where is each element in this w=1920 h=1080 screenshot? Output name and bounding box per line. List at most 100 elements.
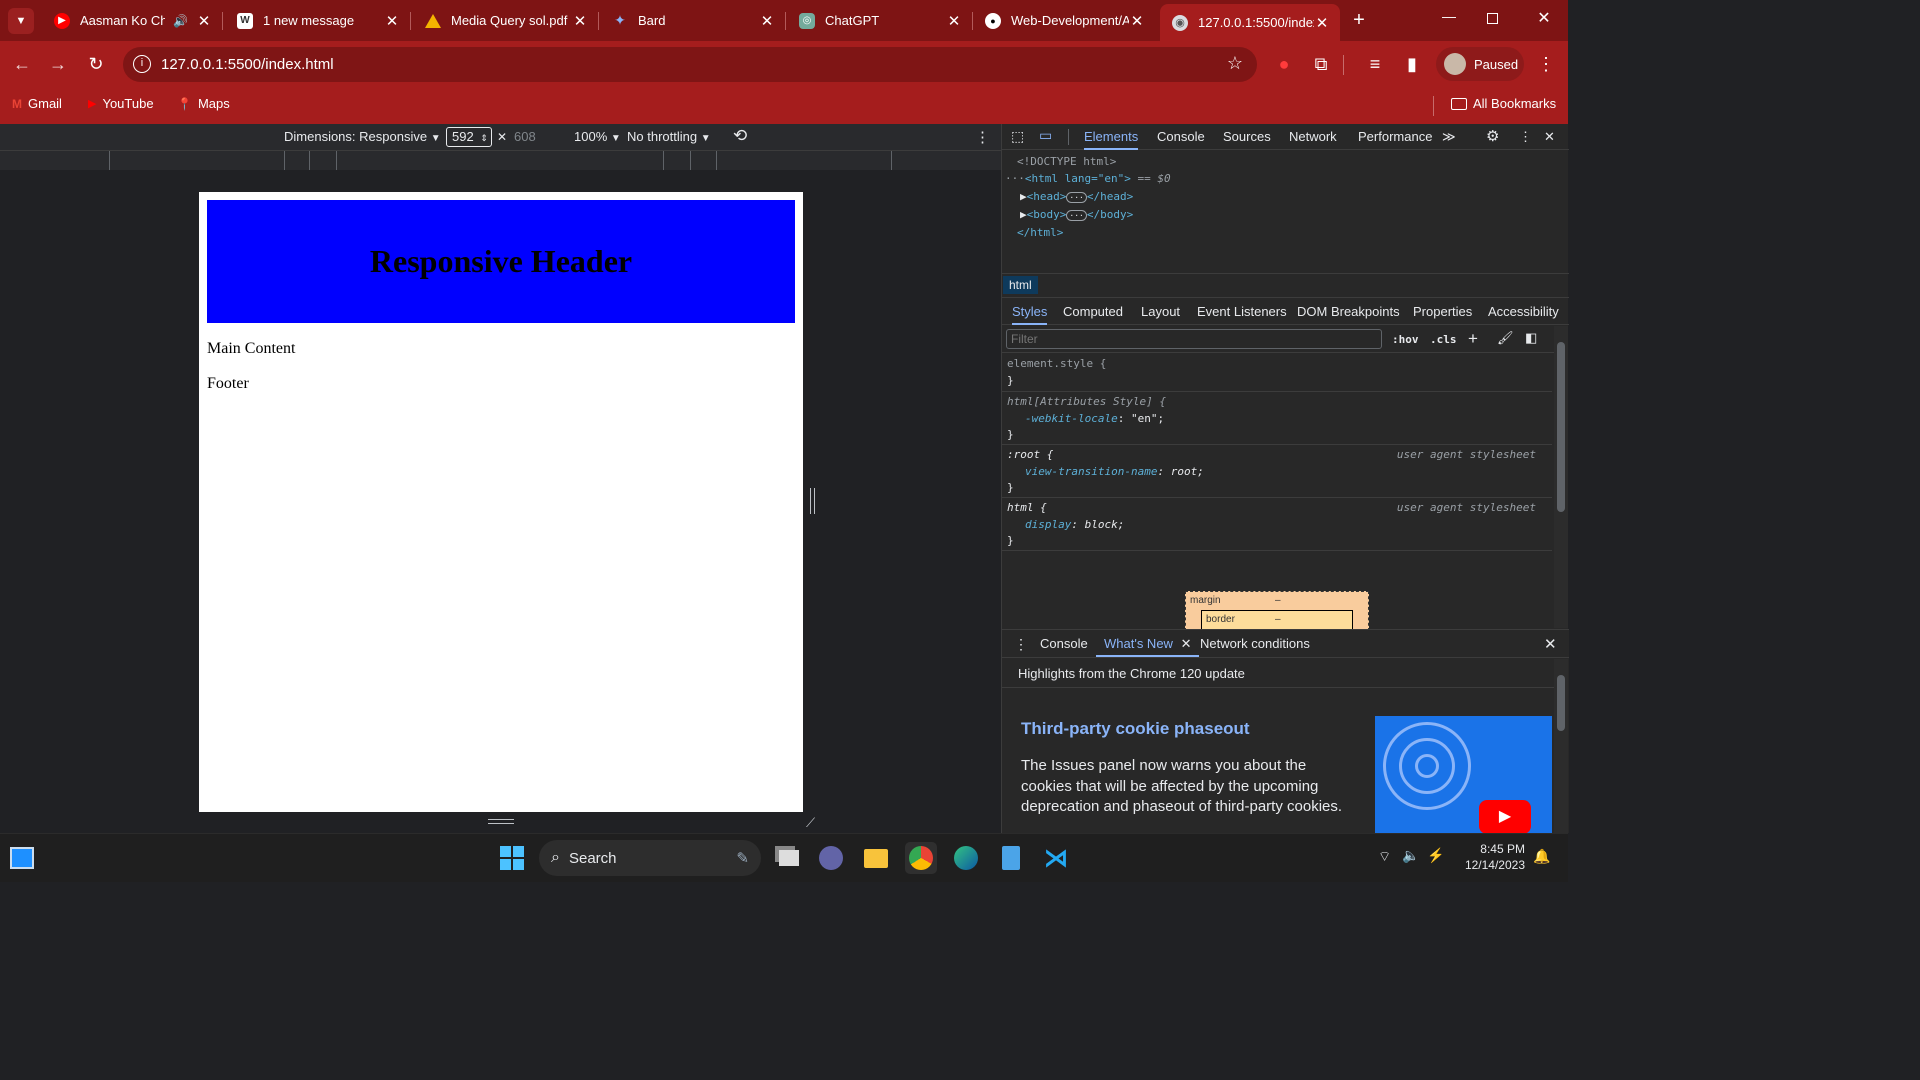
close-icon[interactable]: ✕: [1181, 636, 1192, 651]
drawer-tab-whats-new[interactable]: What's New ✕: [1096, 631, 1200, 657]
extension-red-icon[interactable]: ●: [1272, 52, 1296, 76]
dom-html-node[interactable]: ···<html lang="en"> == $0: [1005, 172, 1171, 185]
start-icon[interactable]: [496, 842, 528, 874]
rule-html-declaration[interactable]: display: block;: [1025, 518, 1124, 531]
article-video-thumbnail[interactable]: ▶: [1375, 716, 1552, 834]
device-toggle-icon[interactable]: ▭: [1039, 127, 1052, 144]
media-control-icon[interactable]: ≡: [1363, 52, 1387, 76]
height-input[interactable]: 608: [514, 129, 536, 144]
dom-head-node[interactable]: ▶<head> ··· </head>: [1020, 190, 1133, 203]
bookmark-star-icon[interactable]: ☆: [1227, 53, 1243, 74]
widgets-icon[interactable]: [6, 842, 38, 874]
tab-performance[interactable]: Performance: [1358, 124, 1432, 150]
close-icon[interactable]: ✕: [1544, 124, 1555, 150]
rule-element-style[interactable]: element.style {: [1007, 357, 1106, 370]
back-icon[interactable]: ←: [10, 52, 34, 76]
close-icon[interactable]: ✕: [1314, 14, 1330, 32]
rule-root-selector[interactable]: :root {: [1007, 448, 1053, 461]
restore-button[interactable]: [1487, 13, 1498, 24]
all-bookmarks-button[interactable]: All Bookmarks: [1451, 96, 1556, 111]
inspect-icon[interactable]: ⬚: [1011, 128, 1024, 145]
notification-bell-icon[interactable]: 🔔: [1533, 848, 1550, 865]
resize-corner-icon[interactable]: ⟋: [806, 815, 815, 831]
tab-console[interactable]: Console: [1157, 124, 1205, 150]
zoom-dropdown[interactable]: 100% ▼: [574, 129, 621, 144]
close-icon[interactable]: ✕: [196, 12, 212, 30]
rule-attr-selector[interactable]: html[Attributes Style] {: [1007, 395, 1166, 408]
tab-localhost[interactable]: ◉ 127.0.0.1:5500/index ✕: [1160, 4, 1340, 41]
bookmark-gmail[interactable]: M Gmail: [12, 96, 62, 111]
tab-bard[interactable]: ✦ Bard ✕: [600, 0, 785, 41]
dimensions-dropdown[interactable]: Dimensions: Responsive ▼: [284, 129, 441, 144]
tab-accessibility[interactable]: Accessibility: [1488, 299, 1559, 325]
wifi-icon[interactable]: ⌔: [1378, 848, 1391, 866]
drawer-tab-network-conditions[interactable]: Network conditions: [1200, 631, 1310, 657]
paint-brush-icon[interactable]: 🖌: [1497, 330, 1514, 346]
taskbar-search[interactable]: ⌕ Search ✎: [539, 840, 761, 876]
article-title[interactable]: Third-party cookie phaseout: [1021, 719, 1250, 739]
drawer-menu-icon[interactable]: ⋮: [1014, 636, 1028, 653]
bookmark-youtube[interactable]: ▶ YouTube: [88, 96, 154, 111]
cls-button[interactable]: .cls: [1430, 333, 1457, 346]
add-rule-icon[interactable]: +: [1468, 329, 1478, 349]
chrome-icon[interactable]: [905, 842, 937, 874]
task-view-icon[interactable]: [773, 842, 805, 874]
kebab-icon[interactable]: ⋮: [1519, 124, 1532, 150]
profile-button[interactable]: Paused: [1436, 47, 1524, 81]
drawer-tab-console[interactable]: Console: [1040, 631, 1088, 657]
tab-wordpress[interactable]: W 1 new message ✕: [225, 0, 410, 41]
tab-pdf[interactable]: Media Query sol.pdf ✕: [413, 0, 598, 41]
tab-github[interactable]: ● Web-Development/A ✕: [973, 0, 1155, 41]
toggle-sidebar-icon[interactable]: ◧: [1525, 330, 1537, 346]
styles-scrollbar[interactable]: [1554, 326, 1568, 628]
menu-icon[interactable]: ⋮: [1534, 52, 1558, 76]
expand-triangle-icon[interactable]: ▶: [1020, 190, 1027, 203]
extensions-icon[interactable]: ⧉: [1309, 52, 1333, 76]
tab-search-button[interactable]: ▼: [8, 8, 34, 34]
hov-button[interactable]: :hov: [1392, 333, 1419, 346]
dom-html-close[interactable]: </html>: [1017, 226, 1063, 239]
box-model-margin[interactable]: margin – border –: [1185, 591, 1369, 632]
close-icon[interactable]: ✕: [572, 12, 588, 30]
side-panel-icon[interactable]: ▮: [1400, 52, 1424, 76]
resize-handle-bottom[interactable]: [488, 819, 514, 824]
tab-youtube[interactable]: ▶ Aasman Ko Chuk 🔊 ✕: [42, 0, 222, 41]
teams-icon[interactable]: [815, 842, 847, 874]
rule-attr-declaration[interactable]: -webkit-locale: "en";: [1025, 412, 1164, 425]
tab-styles[interactable]: Styles: [1012, 299, 1048, 325]
tab-elements[interactable]: Elements: [1084, 124, 1139, 150]
battery-icon[interactable]: ⚡: [1427, 847, 1444, 864]
address-bar[interactable]: i 127.0.0.1:5500/index.html ☆: [123, 47, 1257, 82]
dom-doctype[interactable]: <!DOCTYPE html>: [1017, 155, 1116, 168]
close-window-button[interactable]: ✕: [1532, 8, 1556, 32]
site-info-icon[interactable]: i: [133, 55, 151, 73]
forward-icon[interactable]: →: [46, 52, 70, 76]
width-input[interactable]: 592 ⇕: [446, 127, 492, 147]
close-icon[interactable]: ✕: [759, 12, 775, 30]
reload-icon[interactable]: ↻: [84, 52, 108, 76]
tab-event-listeners[interactable]: Event Listeners: [1197, 299, 1287, 325]
notepad-icon[interactable]: [995, 842, 1027, 874]
rule-root-declaration[interactable]: view-transition-name: root;: [1025, 465, 1204, 478]
styles-filter-input[interactable]: [1006, 329, 1382, 349]
tab-network[interactable]: Network: [1289, 124, 1337, 150]
system-clock[interactable]: 8:45 PM 12/14/2023: [1455, 841, 1525, 873]
ellipsis-icon[interactable]: ···: [1066, 210, 1087, 221]
tab-chatgpt[interactable]: ◎ ChatGPT ✕: [787, 0, 972, 41]
minimize-button[interactable]: —: [1437, 8, 1461, 32]
bookmark-maps[interactable]: 📍 Maps: [177, 96, 230, 111]
tab-computed[interactable]: Computed: [1063, 299, 1123, 325]
close-icon[interactable]: ✕: [946, 12, 962, 30]
tab-sources[interactable]: Sources: [1223, 124, 1271, 150]
tab-dom-breakpoints[interactable]: DOM Breakpoints: [1297, 299, 1400, 325]
drawer-scrollbar[interactable]: [1554, 659, 1568, 834]
tab-layout[interactable]: Layout: [1141, 299, 1180, 325]
new-tab-button[interactable]: +: [1348, 9, 1370, 31]
rotate-icon[interactable]: ⟲: [733, 126, 747, 146]
volume-icon[interactable]: 🔈: [1402, 847, 1419, 864]
throttling-dropdown[interactable]: No throttling ▼: [627, 129, 711, 144]
close-icon[interactable]: ✕: [384, 12, 400, 30]
breadcrumb-html[interactable]: html: [1003, 276, 1038, 294]
expand-triangle-icon[interactable]: ▶: [1020, 208, 1027, 221]
ellipsis-icon[interactable]: ···: [1066, 192, 1087, 203]
